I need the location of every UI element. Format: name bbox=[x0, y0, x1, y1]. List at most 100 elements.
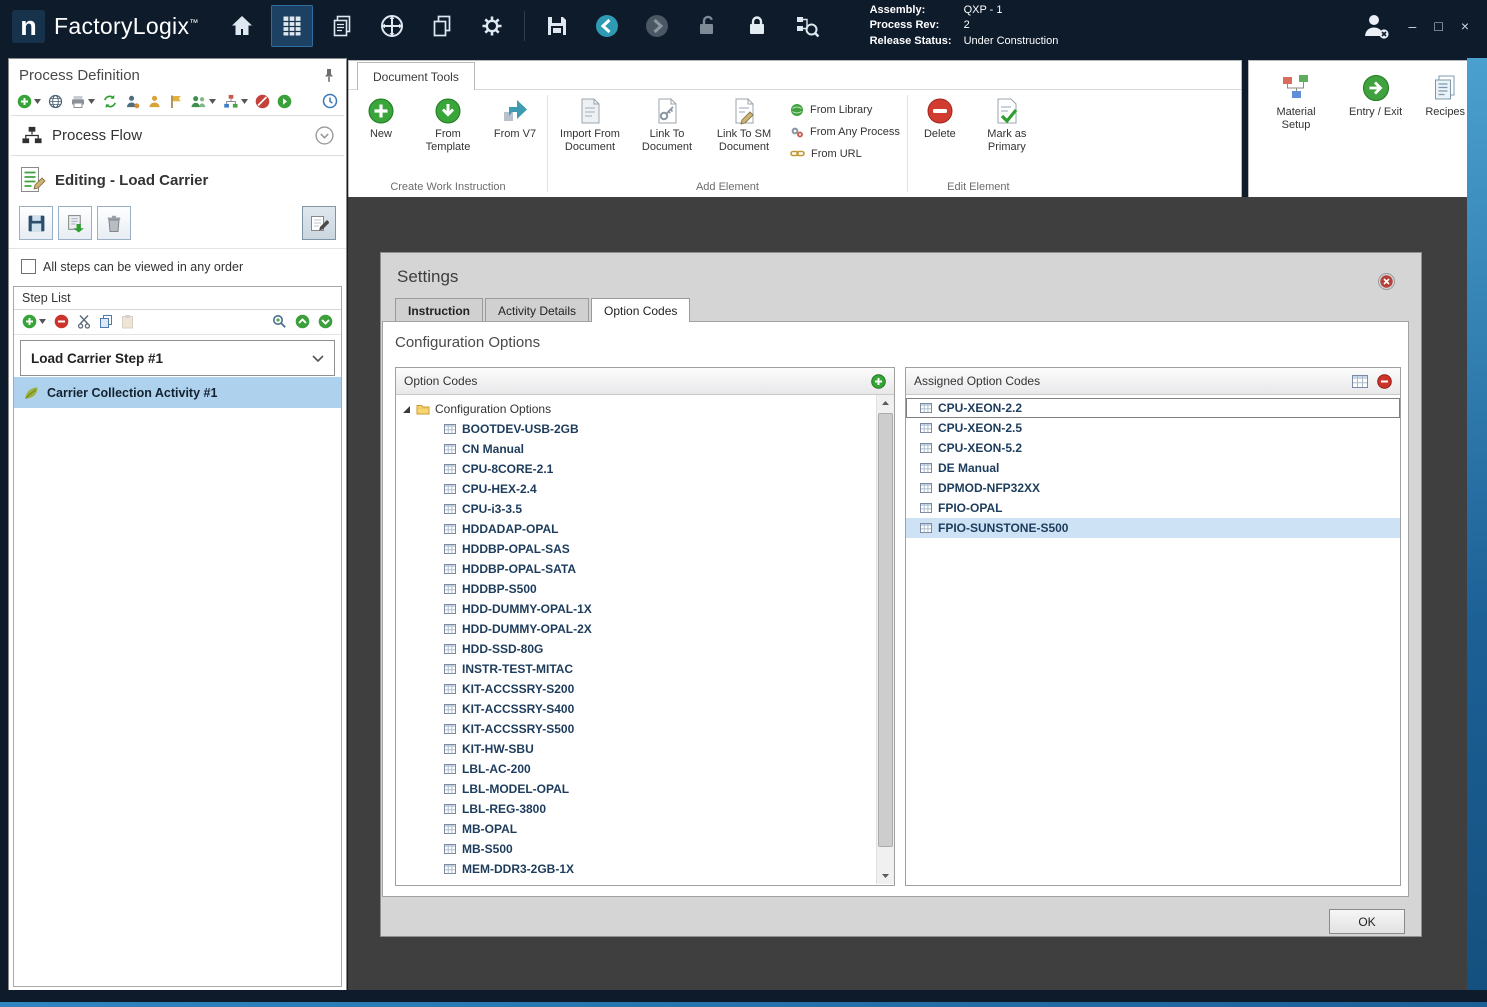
option-code-item[interactable]: KIT-HW-SBU bbox=[402, 739, 876, 759]
recipes-button[interactable]: Recipes bbox=[1420, 71, 1470, 121]
user-button[interactable] bbox=[147, 94, 162, 109]
delete-element-button[interactable]: Delete bbox=[915, 95, 965, 143]
option-code-item[interactable]: CPU-8CORE-2.1 bbox=[402, 459, 876, 479]
sync-button[interactable] bbox=[102, 94, 118, 109]
option-code-item[interactable]: HDD-DUMMY-OPAL-1X bbox=[402, 599, 876, 619]
option-code-item[interactable]: HDDBP-OPAL-SAS bbox=[402, 539, 876, 559]
globe-button[interactable] bbox=[48, 94, 63, 109]
from-url-button[interactable]: From URL bbox=[790, 147, 900, 160]
assigned-option-code-item[interactable]: DE Manual bbox=[906, 458, 1400, 478]
user-gear-button[interactable] bbox=[125, 94, 140, 109]
link-to-sm-document-button[interactable]: Link To SM Document bbox=[709, 95, 779, 155]
move-down-button[interactable] bbox=[318, 314, 333, 329]
assigned-option-code-item[interactable]: DPMOD-NFP32XX bbox=[906, 478, 1400, 498]
remove-assigned-button[interactable] bbox=[1377, 373, 1392, 389]
remove-step-button[interactable] bbox=[54, 314, 69, 329]
copy-button[interactable] bbox=[99, 314, 113, 329]
find-in-tree-button[interactable] bbox=[786, 5, 828, 47]
import-from-document-button[interactable]: Import From Document bbox=[555, 95, 625, 155]
option-code-item[interactable]: KIT-ACCSSRY-S200 bbox=[402, 679, 876, 699]
material-setup-button[interactable]: Material Setup bbox=[1261, 71, 1331, 133]
scroll-down-button[interactable] bbox=[877, 868, 894, 884]
collapse-section-button[interactable] bbox=[315, 126, 334, 145]
go-button[interactable] bbox=[277, 94, 292, 109]
refresh-button[interactable] bbox=[322, 93, 338, 109]
new-button[interactable]: New bbox=[356, 95, 406, 143]
settings-close-button[interactable] bbox=[1378, 273, 1395, 290]
process-definition-button[interactable] bbox=[270, 5, 313, 47]
copy-pages-button[interactable] bbox=[421, 5, 463, 47]
scroll-up-button[interactable] bbox=[877, 395, 894, 411]
from-any-process-button[interactable]: From Any Process bbox=[790, 125, 900, 139]
link-to-document-button[interactable]: Link To Document bbox=[632, 95, 702, 155]
stop-button[interactable] bbox=[255, 94, 270, 109]
cut-button[interactable] bbox=[77, 314, 91, 329]
option-code-item[interactable]: MB-S500 bbox=[402, 839, 876, 859]
option-code-item[interactable]: LBL-MODEL-OPAL bbox=[402, 779, 876, 799]
documents-stack-button[interactable] bbox=[321, 5, 363, 47]
from-template-button[interactable]: From Template bbox=[413, 95, 483, 155]
delete-step-button[interactable] bbox=[97, 206, 131, 240]
scrollbar-thumb[interactable] bbox=[878, 413, 893, 847]
option-code-item[interactable]: CN Manual bbox=[402, 439, 876, 459]
assigned-option-code-item[interactable]: FPIO-OPAL bbox=[906, 498, 1400, 518]
add-step-button[interactable] bbox=[22, 314, 46, 329]
save-button[interactable] bbox=[536, 5, 578, 47]
team-button[interactable] bbox=[190, 94, 216, 109]
import-export-button[interactable] bbox=[58, 206, 92, 240]
expander-icon[interactable] bbox=[402, 405, 411, 414]
option-code-item[interactable]: HDDBP-S500 bbox=[402, 579, 876, 599]
settings-button[interactable] bbox=[471, 5, 513, 47]
scrollbar[interactable] bbox=[876, 395, 894, 884]
lock-button[interactable] bbox=[736, 5, 778, 47]
back-button[interactable] bbox=[586, 5, 628, 47]
minimize-button[interactable]: – bbox=[1409, 19, 1417, 33]
edit-instruction-button[interactable] bbox=[302, 206, 336, 240]
add-option-code-button[interactable] bbox=[871, 373, 886, 389]
add-button[interactable] bbox=[17, 94, 41, 109]
user-logout-button[interactable] bbox=[1361, 11, 1391, 41]
flag-button[interactable] bbox=[169, 94, 183, 109]
tree-root[interactable]: Configuration Options bbox=[402, 399, 876, 419]
view-grid-button[interactable] bbox=[1352, 374, 1368, 388]
option-code-item[interactable]: MEM-DDR3-2GB-1X bbox=[402, 859, 876, 879]
ok-button[interactable]: OK bbox=[1329, 909, 1405, 934]
option-code-item[interactable]: LBL-AC-200 bbox=[402, 759, 876, 779]
close-button[interactable]: × bbox=[1461, 19, 1469, 33]
tab-instruction[interactable]: Instruction bbox=[395, 298, 483, 322]
option-code-item[interactable]: MB-OPAL bbox=[402, 819, 876, 839]
pin-button[interactable] bbox=[322, 68, 336, 83]
maximize-button[interactable]: □ bbox=[1434, 19, 1442, 33]
option-code-item[interactable]: INSTR-TEST-MITAC bbox=[402, 659, 876, 679]
option-code-item[interactable]: KIT-ACCSSRY-S400 bbox=[402, 699, 876, 719]
mark-as-primary-button[interactable]: Mark as Primary bbox=[972, 95, 1042, 155]
unlock-button[interactable] bbox=[686, 5, 728, 47]
from-v7-button[interactable]: From V7 bbox=[490, 95, 540, 143]
save-step-button[interactable] bbox=[19, 206, 53, 240]
order-checkbox[interactable] bbox=[21, 259, 36, 274]
assigned-option-code-item[interactable]: CPU-XEON-5.2 bbox=[906, 438, 1400, 458]
entry-exit-button[interactable]: Entry / Exit bbox=[1347, 71, 1404, 121]
move-up-button[interactable] bbox=[295, 314, 310, 329]
forward-button[interactable] bbox=[636, 5, 678, 47]
assigned-option-code-item[interactable]: CPU-XEON-2.5 bbox=[906, 418, 1400, 438]
step-item[interactable]: Load Carrier Step #1 bbox=[20, 340, 335, 376]
option-code-item[interactable]: HDD-SSD-80G bbox=[402, 639, 876, 659]
tab-option-codes[interactable]: Option Codes bbox=[591, 298, 691, 322]
assigned-option-code-item[interactable]: CPU-XEON-2.2 bbox=[906, 398, 1400, 418]
option-code-item[interactable]: KIT-ACCSSRY-S500 bbox=[402, 719, 876, 739]
option-code-item[interactable]: HDD-DUMMY-OPAL-2X bbox=[402, 619, 876, 639]
option-code-item[interactable]: HDDBP-OPAL-SATA bbox=[402, 559, 876, 579]
print-button[interactable] bbox=[70, 94, 95, 109]
option-code-item[interactable]: BOOTDEV-USB-2GB bbox=[402, 419, 876, 439]
option-code-item[interactable]: LBL-REG-3800 bbox=[402, 799, 876, 819]
process-flow-row[interactable]: Process Flow bbox=[9, 116, 346, 155]
org-chart-button[interactable] bbox=[223, 94, 248, 109]
option-code-item[interactable]: HDDADAP-OPAL bbox=[402, 519, 876, 539]
home-button[interactable] bbox=[221, 5, 263, 47]
activity-item[interactable]: Carrier Collection Activity #1 bbox=[14, 377, 341, 408]
option-code-item[interactable]: CPU-HEX-2.4 bbox=[402, 479, 876, 499]
assigned-option-code-item[interactable]: FPIO-SUNSTONE-S500 bbox=[906, 518, 1400, 538]
zoom-step-button[interactable] bbox=[272, 314, 287, 329]
option-code-item[interactable]: CPU-i3-3.5 bbox=[402, 499, 876, 519]
